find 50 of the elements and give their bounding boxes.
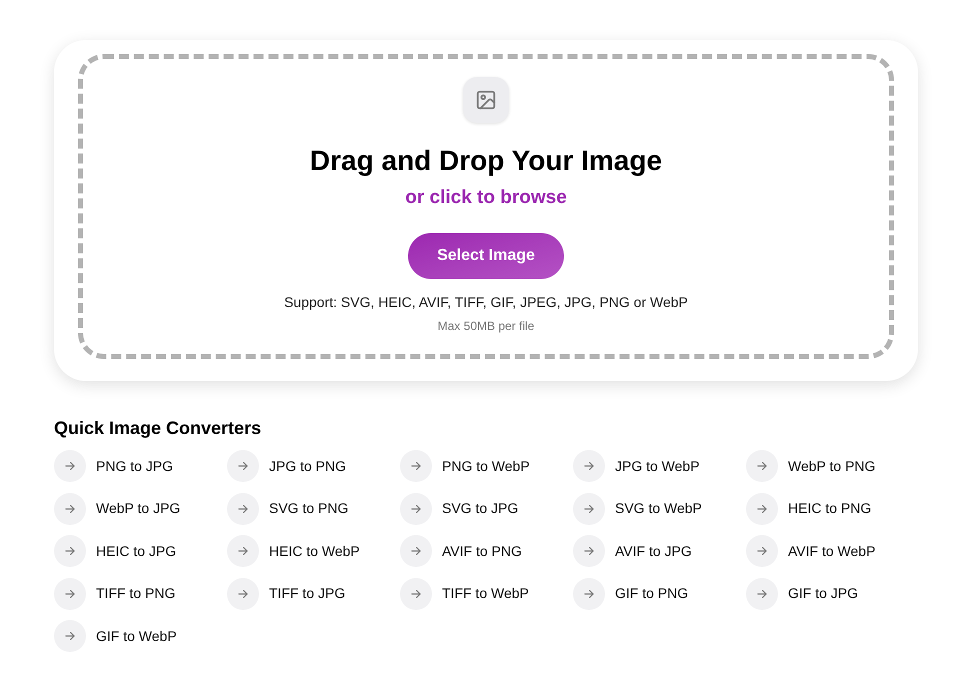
- converter-link[interactable]: SVG to PNG: [227, 492, 400, 524]
- converter-link[interactable]: GIF to PNG: [573, 578, 746, 610]
- converter-link[interactable]: AVIF to JPG: [573, 535, 746, 567]
- drop-zone[interactable]: Drag and Drop Your Image or click to browse Select Image Support: SVG, HEIC, AVIF, TIFF, GIF, JPEG, JPG, PNG or WebP Max 50MB per file: [78, 54, 894, 359]
- image-icon: [463, 77, 509, 123]
- converter-label: PNG to JPG: [96, 456, 174, 476]
- converter-label: HEIC to JPG: [96, 542, 176, 560]
- converter-label: GIF to JPG: [788, 584, 858, 603]
- converter-label: TIFF to JPG: [269, 584, 346, 603]
- converter-label: PNG to WebP: [442, 456, 530, 476]
- converter-link[interactable]: AVIF to PNG: [400, 535, 573, 567]
- converter-link[interactable]: HEIC to JPG: [54, 535, 227, 567]
- converter-link[interactable]: HEIC to WebP: [227, 535, 400, 567]
- converter-link[interactable]: TIFF to PNG: [54, 578, 227, 610]
- support-text: Support: SVG, HEIC, AVIF, TIFF, GIF, JPEG, JPG, PNG or WebP: [284, 293, 688, 312]
- converter-label: WebP to PNG: [788, 456, 876, 476]
- converter-link[interactable]: PNG to WebP: [400, 450, 573, 482]
- converter-link[interactable]: JPG to WebP: [573, 450, 746, 482]
- upload-title: Drag and Drop Your Image: [310, 144, 662, 178]
- select-image-button[interactable]: Select Image: [408, 233, 564, 279]
- converter-link[interactable]: SVG to JPG: [400, 492, 573, 524]
- converter-label: JPG to WebP: [615, 456, 700, 476]
- converter-label: GIF to PNG: [615, 584, 688, 603]
- converter-label: AVIF to WebP: [788, 542, 876, 560]
- converter-link[interactable]: WebP to JPG: [54, 492, 227, 524]
- converter-link[interactable]: JPG to PNG: [227, 450, 400, 482]
- converter-label: AVIF to PNG: [442, 542, 522, 560]
- converter-label: JPG to PNG: [269, 456, 346, 476]
- size-limit-text: Max 50MB per file: [438, 318, 534, 335]
- converter-link[interactable]: SVG to WebP: [573, 492, 746, 524]
- converter-link[interactable]: PNG to JPG: [54, 450, 227, 482]
- converter-label: SVG to PNG: [269, 499, 348, 518]
- converter-link[interactable]: TIFF to JPG: [227, 578, 400, 610]
- converter-label: TIFF to WebP: [442, 584, 529, 603]
- converter-label: AVIF to JPG: [615, 542, 692, 560]
- converter-label: GIF to WebP: [96, 626, 177, 646]
- browse-link[interactable]: or click to browse: [405, 185, 567, 211]
- section-title: Quick Image Converters: [54, 417, 262, 440]
- converter-label: TIFF to PNG: [96, 584, 176, 603]
- converter-link[interactable]: GIF to WebP: [54, 620, 227, 652]
- converter-label: SVG to WebP: [615, 499, 702, 518]
- converter-label: HEIC to WebP: [269, 542, 360, 560]
- converter-link[interactable]: TIFF to WebP: [400, 578, 573, 610]
- converter-link[interactable]: WebP to PNG: [746, 450, 919, 482]
- converter-label: HEIC to PNG: [788, 499, 872, 518]
- converter-link[interactable]: GIF to JPG: [746, 578, 919, 610]
- converter-link[interactable]: AVIF to WebP: [746, 535, 919, 567]
- converter-label: WebP to JPG: [96, 499, 180, 518]
- converter-label: SVG to JPG: [442, 499, 518, 518]
- converter-link[interactable]: HEIC to PNG: [746, 492, 919, 524]
